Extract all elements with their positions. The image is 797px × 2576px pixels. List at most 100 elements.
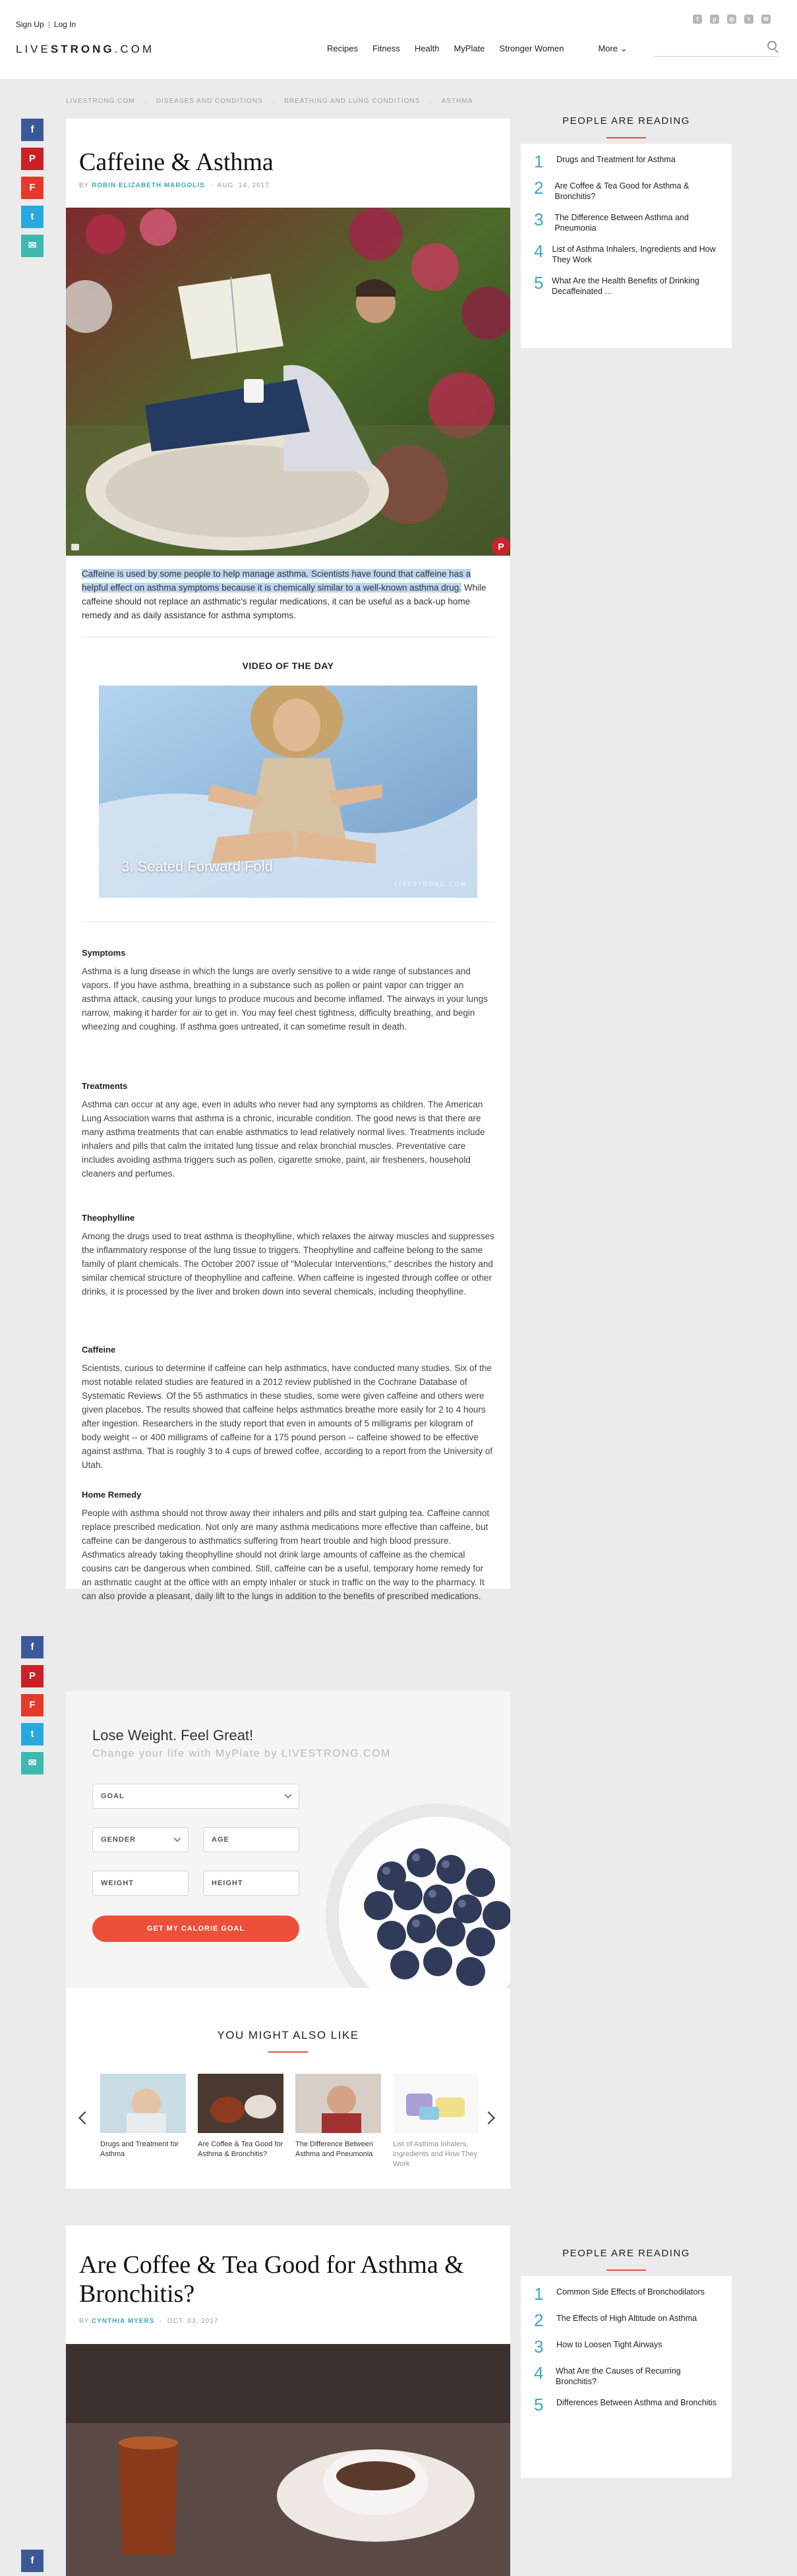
- section-heading: Home Remedy: [82, 1490, 142, 1500]
- weight-input[interactable]: WEIGHT: [92, 1871, 189, 1896]
- breadcrumb-item[interactable]: LIVESTRONG.COM: [66, 98, 135, 105]
- list-item-title: Differences Between Asthma and Bronchiti…: [556, 2398, 717, 2407]
- email-share-icon[interactable]: ✉: [21, 235, 44, 257]
- list-item[interactable]: 4 List of Asthma Inhalers, Ingredients an…: [534, 243, 719, 265]
- flipboard-share-icon[interactable]: F: [21, 177, 44, 199]
- list-number: 2: [534, 178, 544, 198]
- list-item[interactable]: 2 The Effects of High Altitude on Asthma: [534, 2312, 719, 2329]
- list-item-title: What Are the Health Benefits of Drinking…: [552, 276, 699, 296]
- nav-recipes[interactable]: Recipes: [327, 44, 358, 54]
- facebook-share-icon[interactable]: f: [21, 1636, 44, 1658]
- share-rail-bottom: f P F t ✉: [21, 1636, 44, 1774]
- header-social-links: f p ◎ t ✉: [693, 15, 771, 24]
- instagram-icon[interactable]: ◎: [727, 15, 736, 24]
- nav-fitness[interactable]: Fitness: [372, 44, 400, 54]
- sidebar-heading-underline: [606, 137, 646, 138]
- pinterest-share-icon[interactable]: P: [21, 1665, 44, 1687]
- list-item[interactable]: 1 Drugs and Treatment for Asthma: [534, 153, 719, 170]
- main-nav: Recipes Fitness Health MyPlate Stronger …: [327, 44, 628, 54]
- goal-select[interactable]: GOAL: [92, 1784, 299, 1809]
- section-body: People with asthma should not throw away…: [82, 1508, 490, 1601]
- list-item-title: Drugs and Treatment for Asthma: [556, 155, 676, 164]
- article-byline: BY ROBIN ELIZABETH MARGOLIS · AUG. 14, 2…: [79, 182, 270, 189]
- article-date: OCT. 03, 2017: [167, 2318, 219, 2325]
- related-thumbnail: [100, 2074, 186, 2133]
- next-hero-illustration: [66, 2344, 510, 2576]
- flipboard-share-icon[interactable]: F: [21, 1694, 44, 1716]
- also-like-heading: YOU MIGHT ALSO LIKE: [217, 2029, 359, 2041]
- byline-by: BY: [79, 2318, 90, 2325]
- list-item[interactable]: 3 How to Loosen Tight Airways: [534, 2338, 719, 2355]
- height-input[interactable]: HEIGHT: [203, 1871, 299, 1896]
- goal-select-label: GOAL: [101, 1792, 125, 1800]
- pinterest-share-icon[interactable]: P: [21, 148, 44, 170]
- next-article-hero-image: [66, 2344, 510, 2576]
- list-number: 4: [534, 241, 544, 261]
- site-logo[interactable]: LIVESTRONG.COM: [16, 43, 154, 56]
- blueberries-illustration: [326, 1803, 510, 1988]
- search-input[interactable]: [654, 37, 779, 57]
- twitter-icon[interactable]: t: [744, 15, 753, 24]
- related-card[interactable]: Drugs and Treatment for Asthma: [100, 2074, 186, 2159]
- age-input[interactable]: AGE: [203, 1827, 299, 1852]
- section-heading: Caffeine: [82, 1345, 116, 1355]
- blueberries-image: [312, 1790, 510, 1988]
- pin-it-button[interactable]: P: [492, 537, 510, 556]
- list-item[interactable]: 5 Differences Between Asthma and Bronchit…: [534, 2396, 719, 2413]
- breadcrumb-item[interactable]: BREATHING AND LUNG CONDITIONS: [284, 98, 420, 105]
- share-rail: f P F t ✉: [21, 119, 44, 257]
- section-heading: Symptoms: [82, 948, 126, 958]
- section-body: Scientists, curious to determine if caff…: [82, 1363, 493, 1470]
- sign-up-link[interactable]: Sign Up: [16, 20, 44, 29]
- email-icon[interactable]: ✉: [761, 15, 771, 24]
- related-card[interactable]: List of Asthma Inhalers, Ingredients and…: [393, 2074, 479, 2169]
- related-title: Are Coffee & Tea Good for Asthma & Bronc…: [198, 2140, 283, 2158]
- video-watermark: LIVESTRONG.COM: [394, 881, 467, 887]
- nav-stronger-women[interactable]: Stronger Women: [499, 44, 564, 54]
- myplate-subtitle: Change your life with MyPlate by LIVESTR…: [92, 1748, 391, 1759]
- list-item[interactable]: 5 What Are the Health Benefits of Drinkin…: [534, 274, 719, 297]
- related-title: Drugs and Treatment for Asthma: [100, 2140, 179, 2158]
- nav-myplate[interactable]: MyPlate: [454, 44, 485, 54]
- section-home-remedy: Home Remedy People with asthma should no…: [82, 1490, 494, 1603]
- related-card[interactable]: The Difference Between Asthma and Pneumo…: [295, 2074, 381, 2159]
- list-item-title: How to Loosen Tight Airways: [556, 2340, 663, 2349]
- nav-health[interactable]: Health: [415, 44, 440, 54]
- nav-more[interactable]: More ⌄: [598, 44, 627, 54]
- author-link[interactable]: ROBIN ELIZABETH MARGOLIS: [92, 182, 205, 189]
- twitter-share-icon[interactable]: t: [21, 206, 44, 228]
- facebook-share-icon[interactable]: f: [21, 2550, 44, 2572]
- twitter-share-icon[interactable]: t: [21, 1723, 44, 1745]
- section-body: Asthma is a lung disease in which the lu…: [82, 966, 488, 1032]
- video-player[interactable]: 3. Seated Forward Fold LIVESTRONG.COM: [99, 686, 477, 898]
- chevron-down-icon: ⌄: [620, 44, 628, 53]
- related-card[interactable]: Are Coffee & Tea Good for Asthma & Bronc…: [198, 2074, 283, 2159]
- list-item[interactable]: 3 The Difference Between Asthma and Pneum…: [534, 211, 719, 233]
- list-item[interactable]: 4 What Are the Causes of Recurring Bronch…: [534, 2364, 719, 2387]
- sidebar-heading-underline: [606, 2269, 646, 2271]
- carousel-next-arrow[interactable]: [482, 2111, 495, 2124]
- breadcrumb-item[interactable]: DISEASES AND CONDITIONS: [156, 98, 263, 105]
- carousel-prev-arrow[interactable]: [78, 2111, 92, 2124]
- get-calorie-goal-button[interactable]: GET MY CALORIE GOAL: [92, 1916, 299, 1942]
- facebook-icon[interactable]: f: [693, 15, 702, 24]
- section-symptoms: Symptoms Asthma is a lung disease in whi…: [82, 948, 494, 1034]
- breadcrumb-item[interactable]: ASTHMA: [442, 98, 473, 105]
- gender-select[interactable]: GENDER: [92, 1827, 189, 1852]
- related-thumbnail-art: [100, 2074, 186, 2133]
- section-caffeine: Caffeine Scientists, curious to determin…: [82, 1345, 494, 1472]
- search-icon[interactable]: [767, 41, 777, 50]
- auth-links: Sign Up | Log In: [16, 20, 76, 29]
- email-share-icon[interactable]: ✉: [21, 1752, 44, 1774]
- article-title: Caffeine & Asthma: [79, 148, 274, 176]
- log-in-link[interactable]: Log In: [54, 20, 76, 29]
- related-thumbnail: [295, 2074, 381, 2133]
- list-item[interactable]: 1 Common Side Effects of Bronchodilators: [534, 2285, 719, 2302]
- chevron-down-icon: [173, 1834, 181, 1842]
- list-number: 3: [534, 2337, 544, 2356]
- pinterest-icon[interactable]: p: [710, 15, 719, 24]
- list-item[interactable]: 2 Are Coffee & Tea Good for Asthma & Bron…: [534, 179, 719, 202]
- related-thumbnail: [393, 2074, 479, 2133]
- author-link[interactable]: CYNTHIA MYERS: [92, 2318, 154, 2325]
- facebook-share-icon[interactable]: f: [21, 119, 44, 141]
